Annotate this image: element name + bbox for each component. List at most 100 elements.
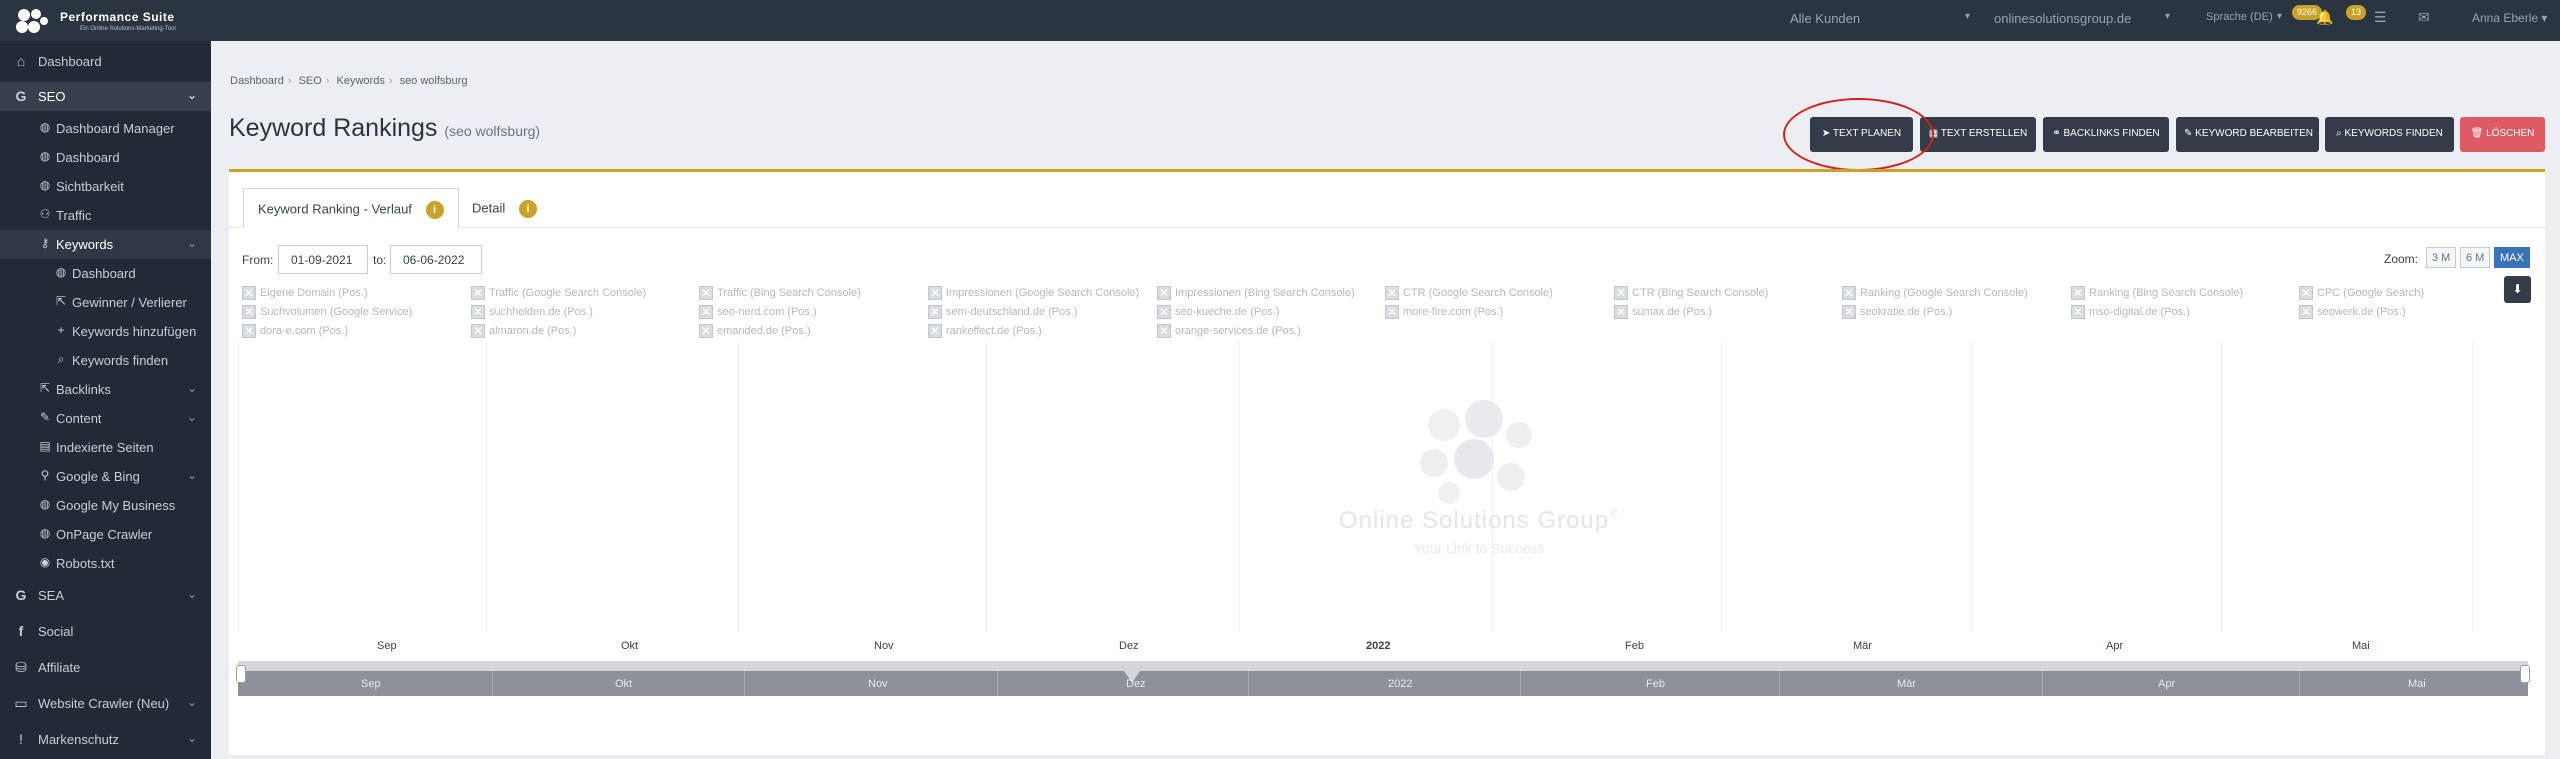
customer-select[interactable]: Alle Kunden ▾ xyxy=(1790,11,1970,26)
breadcrumb-seo[interactable]: SEO xyxy=(299,75,322,87)
legend-item[interactable]: ✕ sem-deutschland.de (Pos.) xyxy=(928,305,1077,319)
legend-item[interactable]: ✕ Impressionen (Google Search Console) xyxy=(928,286,1139,300)
user-menu[interactable]: Anna Eberle ▾ xyxy=(2472,11,2547,25)
legend-checkbox-icon[interactable]: ✕ xyxy=(242,305,256,319)
sidebar-item-markenschutz[interactable]: ! Markenschutz ⌄ xyxy=(0,725,211,754)
legend-item[interactable]: ✕ seo-nerd.com (Pos.) xyxy=(699,305,817,319)
sidebar-item-dashboard-manager[interactable]: ◍ Dashboard Manager xyxy=(0,114,211,143)
list-icon[interactable]: ☰ xyxy=(2374,9,2387,26)
domain-select[interactable]: onlinesolutionsgroup.de ▾ xyxy=(1994,11,2170,26)
bell-icon[interactable]: 🔔 xyxy=(2316,9,2333,26)
sidebar-item-backlinks[interactable]: ⇱ Backlinks ⌄ xyxy=(0,375,211,404)
loeschen-button[interactable]: 🗑 LÖSCHEN xyxy=(2460,117,2545,152)
download-icon[interactable]: ⬇ xyxy=(2504,276,2531,303)
legend-checkbox-icon[interactable]: ✕ xyxy=(1614,286,1628,300)
sidebar-item-traffic[interactable]: ⚇ Traffic xyxy=(0,201,211,230)
language-select[interactable]: Sprache (DE) ▾ xyxy=(2206,11,2282,23)
sidebar-item-keywords-hinzufuegen[interactable]: + Keywords hinzufügen xyxy=(0,317,211,346)
from-date-input[interactable]: 01-09-2021 xyxy=(278,245,368,274)
sidebar-item-social[interactable]: f Social xyxy=(0,617,211,646)
legend-item[interactable]: ✕ emanded.de (Pos.) xyxy=(699,324,811,338)
legend-checkbox-icon[interactable]: ✕ xyxy=(1385,305,1399,319)
legend-item[interactable]: ✕ seowerk.de (Pos.) xyxy=(2299,305,2406,319)
legend-item[interactable]: ✕ Impressionen (Bing Search Console) xyxy=(1157,286,1355,300)
legend-checkbox-icon[interactable]: ✕ xyxy=(1842,305,1856,319)
sidebar-item-seo-dashboard[interactable]: ◍ Dashboard xyxy=(0,143,211,172)
legend-checkbox-icon[interactable]: ✕ xyxy=(1385,286,1399,300)
sidebar-item-indexierte-seiten[interactable]: ▤ Indexierte Seiten xyxy=(0,433,211,462)
legend-item[interactable]: ✕ seo-kueche.de (Pos.) xyxy=(1157,305,1280,319)
to-date-input[interactable]: 06-06-2022 xyxy=(390,245,482,274)
legend-checkbox-icon[interactable]: ✕ xyxy=(471,305,485,319)
legend-item[interactable]: ✕ CTR (Bing Search Console) xyxy=(1614,286,1768,300)
sidebar-item-dashboard[interactable]: ⌂ Dashboard xyxy=(0,47,211,76)
navigator-left-handle[interactable] xyxy=(236,665,246,683)
chart-navigator[interactable]: Sep Okt Nov Dez 2022 Feb Mär Apr Mai xyxy=(236,661,2530,696)
legend-checkbox-icon[interactable]: ✕ xyxy=(2071,286,2085,300)
legend-item[interactable]: ✕ Suchvolumen (Google Service) xyxy=(242,305,412,319)
mail-icon[interactable]: ✉ xyxy=(2418,9,2430,26)
breadcrumb-dashboard[interactable]: Dashboard xyxy=(230,75,284,87)
legend-checkbox-icon[interactable]: ✕ xyxy=(928,324,942,338)
navigator-selection[interactable] xyxy=(238,661,2528,671)
legend-item[interactable]: ✕ Traffic (Bing Search Console) xyxy=(699,286,861,300)
legend-item[interactable]: ✕ rankeffect.de (Pos.) xyxy=(928,324,1042,338)
sidebar-item-google-my-business[interactable]: ◍ Google My Business xyxy=(0,491,211,520)
legend-checkbox-icon[interactable]: ✕ xyxy=(471,286,485,300)
sidebar-item-onpage-crawler[interactable]: ◍ OnPage Crawler xyxy=(0,520,211,549)
legend-checkbox-icon[interactable]: ✕ xyxy=(699,286,713,300)
sidebar-item-seo[interactable]: G SEO ⌄ xyxy=(0,82,211,111)
legend-checkbox-icon[interactable]: ✕ xyxy=(242,286,256,300)
tab-verlauf[interactable]: Keyword Ranking - Verlauf i xyxy=(243,188,459,228)
legend-item[interactable]: ✕ dora-e.com (Pos.) xyxy=(242,324,348,338)
legend-checkbox-icon[interactable]: ✕ xyxy=(2071,305,2085,319)
sidebar-item-keywords-dashboard[interactable]: ◍ Dashboard xyxy=(0,259,211,288)
legend-checkbox-icon[interactable]: ✕ xyxy=(1614,305,1628,319)
legend-checkbox-icon[interactable]: ✕ xyxy=(1157,305,1171,319)
sidebar-item-content[interactable]: ✎ Content ⌄ xyxy=(0,404,211,433)
sidebar-item-google-bing[interactable]: ⚲ Google & Bing ⌄ xyxy=(0,462,211,491)
legend-item[interactable]: ✕ CTR (Google Search Console) xyxy=(1385,286,1553,300)
legend-item[interactable]: ✕ Ranking (Bing Search Console) xyxy=(2071,286,2243,300)
legend-checkbox-icon[interactable]: ✕ xyxy=(471,324,485,338)
sidebar-item-robots-txt[interactable]: ◉ Robots.txt xyxy=(0,549,211,578)
legend-item[interactable]: ✕ more-fire.com (Pos.) xyxy=(1385,305,1503,319)
zoom-3m-button[interactable]: 3 M xyxy=(2426,247,2457,268)
keyword-bearbeiten-button[interactable]: ✎ KEYWORD BEARBEITEN xyxy=(2176,117,2319,152)
breadcrumb-keywords[interactable]: Keywords xyxy=(337,75,385,87)
legend-item[interactable]: ✕ sumax.de (Pos.) xyxy=(1614,305,1712,319)
backlinks-finden-button[interactable]: ⚭ BACKLINKS FINDEN xyxy=(2043,117,2169,152)
zoom-6m-button[interactable]: 6 M xyxy=(2460,247,2491,268)
legend-item[interactable]: ✕ CPC (Google Search) xyxy=(2299,286,2424,300)
legend-checkbox-icon[interactable]: ✕ xyxy=(1157,324,1171,338)
legend-item[interactable]: ✕ suchhelden.de (Pos.) xyxy=(471,305,593,319)
keywords-finden-button[interactable]: ⌕ KEYWORDS FINDEN xyxy=(2325,117,2454,152)
legend-checkbox-icon[interactable]: ✕ xyxy=(1157,286,1171,300)
legend-checkbox-icon[interactable]: ✕ xyxy=(928,286,942,300)
sidebar-item-keywords[interactable]: ⚷ Keywords ⌄ xyxy=(0,230,211,259)
info-icon[interactable]: i xyxy=(518,200,537,218)
legend-checkbox-icon[interactable]: ✕ xyxy=(928,305,942,319)
legend-checkbox-icon[interactable]: ✕ xyxy=(1842,286,1856,300)
sidebar-item-affiliate[interactable]: ⛁ Affiliate xyxy=(0,653,211,682)
legend-item[interactable]: ✕ mso-digital.de (Pos.) xyxy=(2071,305,2190,319)
sidebar-item-sichtbarkeit[interactable]: ◍ Sichtbarkeit xyxy=(0,172,211,201)
sidebar-item-sea[interactable]: G SEA ⌄ xyxy=(0,581,211,610)
sidebar-item-keywords-finden[interactable]: ⌕ Keywords finden xyxy=(0,346,211,375)
navigator-right-handle[interactable] xyxy=(2520,665,2530,683)
legend-checkbox-icon[interactable]: ✕ xyxy=(242,324,256,338)
zoom-max-button[interactable]: MAX xyxy=(2494,247,2530,268)
legend-checkbox-icon[interactable]: ✕ xyxy=(2299,305,2313,319)
legend-item[interactable]: ✕ seokratie.de (Pos.) xyxy=(1842,305,1952,319)
app-logo[interactable]: Performance Suite Ein Online-Solutions-M… xyxy=(14,6,214,36)
sidebar-item-gewinner-verlierer[interactable]: ⇱ Gewinner / Verlierer xyxy=(0,288,211,317)
legend-item[interactable]: ✕ Ranking (Google Search Console) xyxy=(1842,286,2028,300)
info-icon[interactable]: i xyxy=(425,201,444,219)
tab-detail[interactable]: Detail i xyxy=(458,188,551,228)
legend-item[interactable]: ✕ almaron.de (Pos.) xyxy=(471,324,576,338)
legend-item[interactable]: ✕ orange-services.de (Pos.) xyxy=(1157,324,1301,338)
legend-checkbox-icon[interactable]: ✕ xyxy=(2299,286,2313,300)
legend-checkbox-icon[interactable]: ✕ xyxy=(699,324,713,338)
text-erstellen-button[interactable]: ▦ TEXT ERSTELLEN xyxy=(1920,117,2036,152)
sidebar-item-website-crawler[interactable]: ▭ Website Crawler (Neu) ⌄ xyxy=(0,689,211,718)
